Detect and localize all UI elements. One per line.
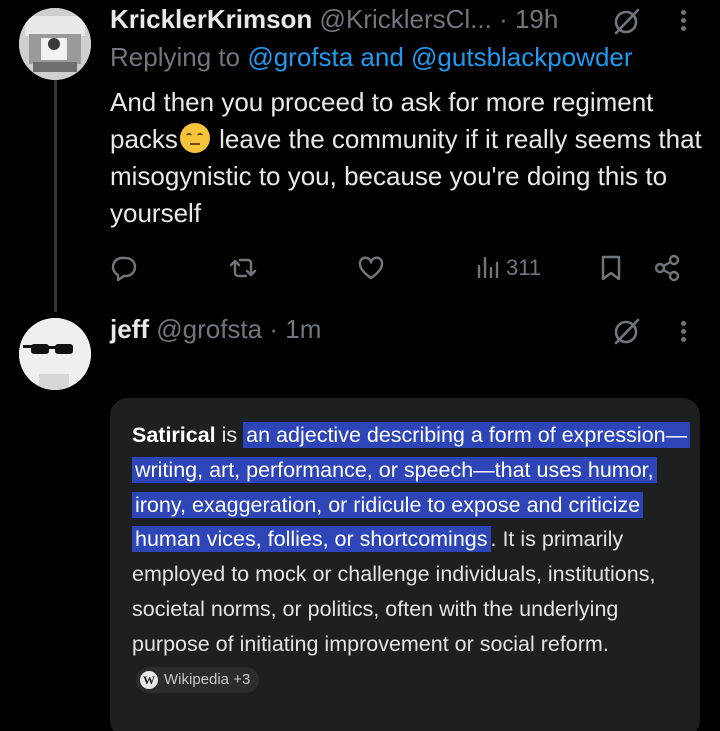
more-options-icon[interactable]	[681, 318, 687, 345]
bookmark-button[interactable]	[596, 250, 626, 286]
views-count: 311	[506, 255, 542, 280]
user-handle[interactable]: @grofsta	[156, 314, 262, 344]
analytics-icon	[477, 256, 499, 279]
avatar-image	[19, 318, 91, 390]
more-options-icon[interactable]	[681, 7, 687, 34]
display-name[interactable]: jeff	[110, 314, 149, 344]
post-header: jeff @grofsta · 1m	[110, 314, 321, 345]
avatar[interactable]	[19, 8, 91, 80]
avatar[interactable]	[19, 318, 91, 390]
source-label: Wikipedia +3	[164, 670, 251, 688]
tweet-text: And then you proceed to ask for more reg…	[110, 84, 710, 232]
definition-text-part: is	[215, 423, 244, 447]
user-handle[interactable]: @KricklersCl...	[320, 4, 492, 34]
share-icon	[654, 254, 680, 282]
post-header: KricklerKrimson @KricklersCl... · 19h	[110, 4, 558, 35]
avatar-image	[19, 8, 91, 80]
grok-icon[interactable]	[610, 6, 642, 38]
heart-icon	[358, 256, 384, 280]
repost-button[interactable]	[228, 250, 258, 286]
replying-to-label: Replying to	[110, 42, 248, 72]
like-button[interactable]	[356, 250, 386, 286]
views-button[interactable]: 311	[474, 250, 541, 286]
wikipedia-icon: W	[140, 670, 158, 689]
display-name[interactable]: KricklerKrimson	[110, 4, 312, 34]
definition-term: Satirical	[132, 423, 216, 447]
mention-link[interactable]: @grofsta	[247, 42, 353, 72]
definition-text: Satirical is an adjective describing a f…	[132, 418, 691, 696]
tweet-actions-bar: 311	[0, 250, 720, 286]
post-time[interactable]: · 19h	[499, 4, 558, 34]
repost-icon	[229, 258, 257, 278]
post-time[interactable]: · 1m	[269, 314, 321, 344]
mention-link[interactable]: @gutsblackpowder	[411, 42, 633, 72]
mention-conjunction: and	[353, 42, 412, 72]
replying-to-line: Replying to @grofsta and @gutsblackpowde…	[110, 42, 633, 73]
reply-button[interactable]	[108, 250, 138, 286]
reply-icon	[111, 256, 137, 282]
source-chip[interactable]: W Wikipedia +3	[136, 666, 260, 693]
relieved-face-emoji	[179, 123, 210, 153]
bookmark-icon	[601, 255, 621, 281]
attached-screenshot-card[interactable]: Satirical is an adjective describing a f…	[110, 398, 700, 731]
grok-icon[interactable]	[610, 316, 642, 348]
share-button[interactable]	[652, 250, 682, 286]
